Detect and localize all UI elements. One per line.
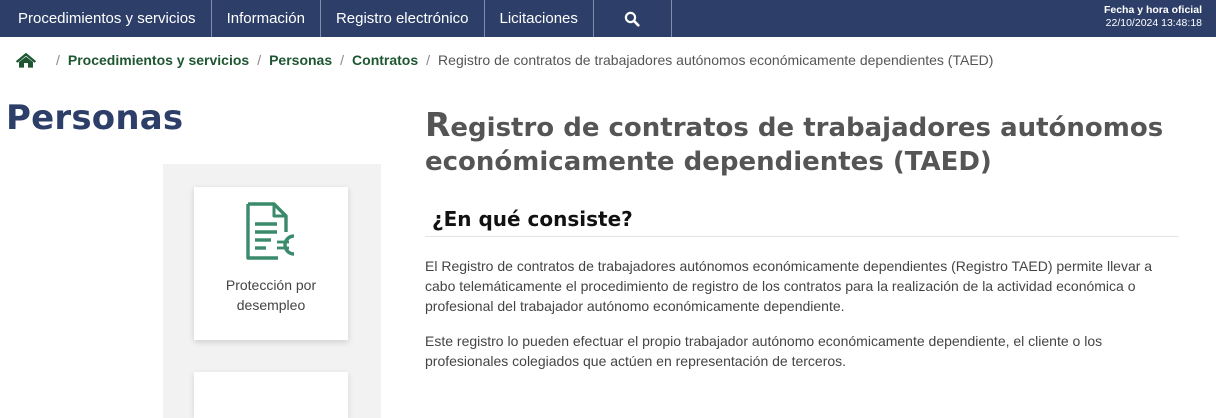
home-link[interactable]: [15, 52, 37, 68]
section-title: Personas: [6, 98, 184, 138]
heading-divider: [425, 236, 1179, 237]
section-heading: ¿En qué consiste?: [432, 207, 633, 231]
nav-registro-electronico[interactable]: Registro electrónico: [321, 0, 485, 37]
search-icon: [625, 11, 640, 27]
page-title-text: egistro de contratos de trabajadores aut…: [425, 113, 1164, 177]
card-label: Protección por desempleo: [225, 277, 317, 313]
breadcrumb-separator: /: [340, 52, 345, 68]
nav-licitaciones[interactable]: Licitaciones: [485, 0, 594, 37]
description-paragraph: El Registro de contratos de trabajadores…: [425, 258, 1153, 314]
description-paragraph: Este registro lo pueden efectuar el prop…: [425, 333, 1103, 369]
breadcrumb-separator: /: [426, 52, 431, 68]
document-euro-icon: [246, 202, 295, 260]
breadcrumb-separator: /: [257, 52, 262, 68]
breadcrumb: / Procedimientos y servicios / Personas …: [15, 50, 993, 70]
breadcrumb-procedimientos[interactable]: Procedimientos y servicios: [68, 52, 249, 68]
top-navigation: Procedimientos y servicios Información R…: [0, 0, 1216, 37]
card-next[interactable]: [194, 372, 348, 418]
card-proteccion-desempleo[interactable]: Protección por desempleo: [194, 187, 348, 340]
breadcrumb-personas[interactable]: Personas: [269, 52, 332, 68]
nav-procedimientos[interactable]: Procedimientos y servicios: [0, 0, 212, 37]
page-title: Registro de contratos de trabajadores au…: [425, 108, 1185, 179]
page-title-initial: R: [425, 105, 451, 144]
official-datetime: Fecha y hora oficial 22/10/2024 13:48:18: [1104, 4, 1202, 30]
nav-informacion[interactable]: Información: [212, 0, 321, 37]
datetime-value: 22/10/2024 13:48:18: [1105, 17, 1202, 29]
home-icon: [15, 52, 37, 68]
search-button[interactable]: [594, 0, 672, 37]
datetime-label: Fecha y hora oficial: [1103, 4, 1202, 16]
breadcrumb-current: Registro de contratos de trabajadores au…: [438, 52, 994, 68]
breadcrumb-contratos[interactable]: Contratos: [352, 52, 418, 68]
breadcrumb-separator: /: [56, 52, 60, 68]
